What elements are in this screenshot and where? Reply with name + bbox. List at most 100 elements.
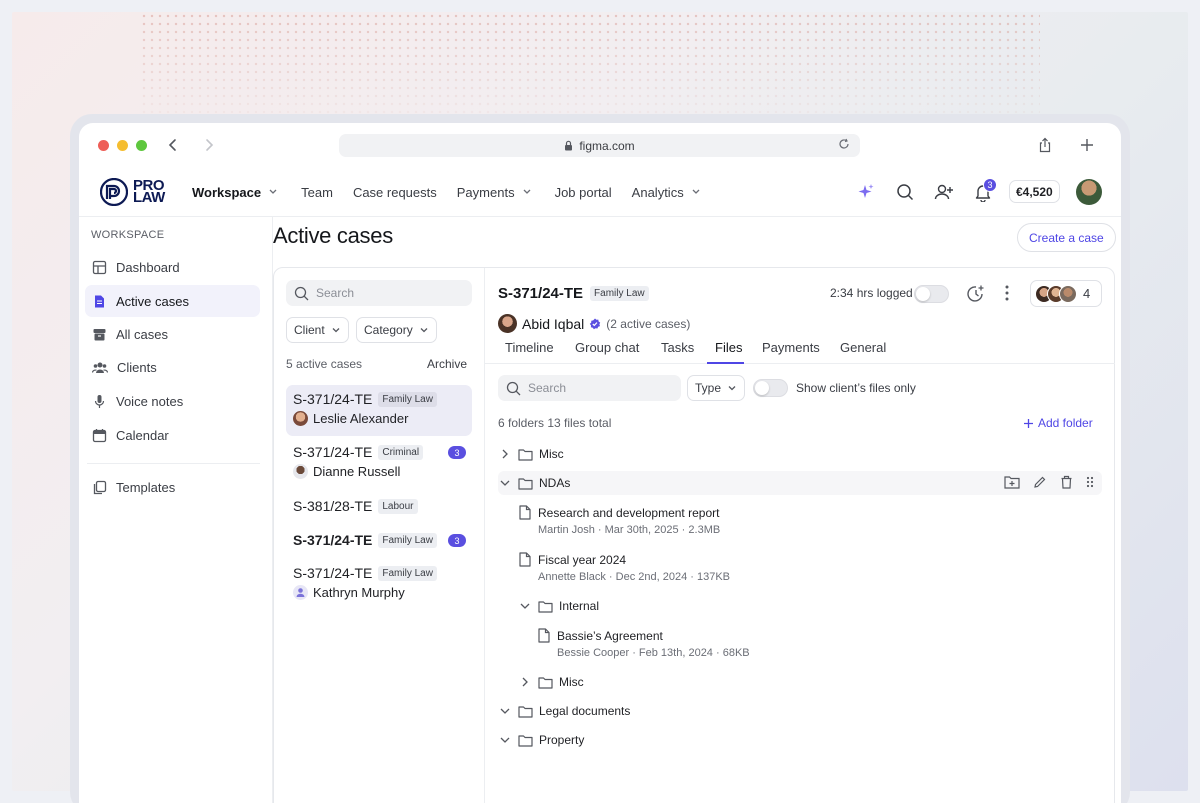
client-files-toggle[interactable] (753, 379, 788, 397)
maximize-window-button[interactable] (136, 140, 147, 151)
ai-sparkle-icon[interactable] (855, 181, 877, 203)
file-type-dropdown[interactable]: Type (687, 375, 746, 401)
sidebar-item-templates[interactable]: Templates (85, 471, 260, 503)
minimize-window-button[interactable] (117, 140, 128, 151)
prolaw-logo[interactable]: PRO LAW (100, 178, 165, 206)
file-item[interactable]: Bassie’s Agreement Bessie Cooper · Feb 1… (538, 628, 750, 659)
case-category-tag: Family Law (378, 532, 437, 548)
file-item[interactable]: Research and development report Martin J… (519, 505, 720, 536)
file-type-label: Type (695, 381, 722, 395)
folder-icon (538, 676, 553, 689)
edit-pencil-icon[interactable] (1033, 475, 1047, 489)
folder-name: NDAs (539, 476, 571, 490)
create-case-button[interactable]: Create a case (1017, 223, 1116, 252)
sidebar-item-label: Active cases (116, 293, 189, 309)
tab-group-chat[interactable]: Group chat (575, 340, 639, 355)
tab-files[interactable]: Files (715, 340, 742, 355)
case-item[interactable]: S-381/28-TE Labour (286, 492, 472, 522)
case-item[interactable]: S-371/24-TE Family Law Leslie Alexander (286, 385, 472, 436)
top-navigation: Workspace Team Case requests Payments Jo… (192, 167, 724, 217)
chevron-down-icon[interactable] (498, 704, 512, 718)
case-category-tag: Criminal (378, 444, 424, 460)
case-item[interactable]: S-371/24-TE Family Law Kathryn Murphy (286, 559, 472, 610)
case-detail-id: S-371/24-TE (498, 285, 584, 302)
folder-row[interactable]: Legal documents (498, 699, 630, 723)
team-member-count: 4 (1083, 286, 1091, 301)
sidebar-item-label: Templates (116, 479, 176, 495)
balance-display[interactable]: €4,520 (1009, 180, 1060, 203)
chevron-down-icon (728, 385, 736, 390)
chevron-down-icon[interactable] (498, 733, 512, 747)
nav-analytics[interactable]: Analytics (632, 185, 704, 200)
notification-count-badge: 3 (983, 178, 997, 192)
time-tracking-toggle[interactable] (914, 285, 949, 303)
category-filter-dropdown[interactable]: Category (356, 317, 437, 343)
client-avatar[interactable] (498, 314, 517, 333)
tab-timeline[interactable]: Timeline (505, 340, 554, 355)
nav-workspace[interactable]: Workspace (192, 185, 281, 200)
sidebar-item-all-cases[interactable]: All cases (85, 318, 260, 350)
folder-row[interactable]: Misc (518, 670, 584, 694)
nav-job-portal[interactable]: Job portal (555, 185, 612, 200)
more-options-icon[interactable] (1004, 284, 1010, 302)
share-icon[interactable] (1035, 135, 1055, 155)
folder-row[interactable]: Property (498, 728, 584, 752)
nav-payments[interactable]: Payments (457, 185, 535, 200)
add-user-icon[interactable] (933, 181, 955, 203)
folder-name: Legal documents (539, 704, 631, 718)
chevron-down-icon[interactable] (518, 599, 532, 613)
folder-row[interactable]: NDAs (498, 471, 1102, 495)
folder-icon (518, 734, 533, 747)
chevron-right-icon[interactable] (518, 675, 532, 689)
url-text: figma.com (579, 138, 635, 153)
sidebar-item-clients[interactable]: Clients (85, 351, 260, 383)
client-filter-dropdown[interactable]: Client (286, 317, 349, 343)
new-tab-icon[interactable] (1077, 135, 1097, 155)
case-item[interactable]: S-371/24-TE Family Law 3 (286, 526, 472, 556)
tab-payments[interactable]: Payments (762, 340, 820, 355)
add-time-icon[interactable] (966, 284, 986, 304)
address-bar[interactable]: figma.com (339, 134, 860, 157)
sidebar-item-label: All cases (116, 326, 169, 342)
nav-team[interactable]: Team (301, 185, 333, 200)
search-icon[interactable] (894, 181, 916, 203)
case-search-input[interactable]: Search (286, 280, 472, 306)
add-folder-button[interactable]: Add folder (1023, 416, 1093, 430)
files-search-input[interactable]: Search (498, 375, 681, 401)
archive-link[interactable]: Archive (427, 357, 467, 371)
folder-row[interactable]: Internal (518, 594, 599, 618)
file-name: Research and development report (538, 505, 720, 520)
chevron-right-icon[interactable] (498, 447, 512, 461)
case-client-name: Dianne Russell (313, 464, 401, 479)
client-name[interactable]: Abid Iqbal (522, 316, 584, 332)
tab-general[interactable]: General (840, 340, 886, 355)
file-item[interactable]: Fiscal year 2024 Annette Black · Dec 2nd… (519, 552, 730, 583)
user-avatar[interactable] (1076, 179, 1102, 205)
case-item[interactable]: S-371/24-TE Criminal 3 Dianne Russell (286, 438, 472, 489)
sidebar-item-active-cases[interactable]: Active cases (85, 285, 260, 317)
file-meta: Annette Black · Dec 2nd, 2024 · 137KB (538, 571, 731, 583)
trash-icon[interactable] (1060, 475, 1073, 489)
tab-tasks[interactable]: Tasks (661, 340, 694, 355)
back-arrow-icon[interactable] (163, 135, 183, 155)
chevron-down-icon (332, 327, 340, 332)
active-tab-indicator (707, 362, 744, 364)
team-members[interactable]: 4 (1030, 280, 1102, 307)
chevron-down-icon[interactable] (498, 476, 512, 490)
folder-name: Misc (539, 447, 564, 461)
unread-count-badge: 3 (448, 534, 466, 547)
logo-text-bottom: LAW (133, 189, 165, 206)
nav-case-requests[interactable]: Case requests (353, 185, 437, 200)
folder-row[interactable]: Misc (498, 442, 564, 466)
new-subfolder-icon[interactable] (1004, 475, 1020, 489)
forward-arrow-icon[interactable] (199, 135, 219, 155)
case-list: Search Client Category 5 active cases Ar… (274, 268, 485, 803)
sidebar-item-calendar[interactable]: Calendar (85, 419, 260, 451)
sidebar-item-voice-notes[interactable]: Voice notes (85, 385, 260, 417)
close-window-button[interactable] (98, 140, 109, 151)
sidebar-item-dashboard[interactable]: Dashboard (85, 251, 260, 283)
sidebar-item-label: Voice notes (116, 393, 184, 409)
drag-handle-icon[interactable] (1086, 475, 1094, 489)
logo-mark-icon (100, 178, 128, 206)
reload-icon[interactable] (838, 138, 850, 150)
